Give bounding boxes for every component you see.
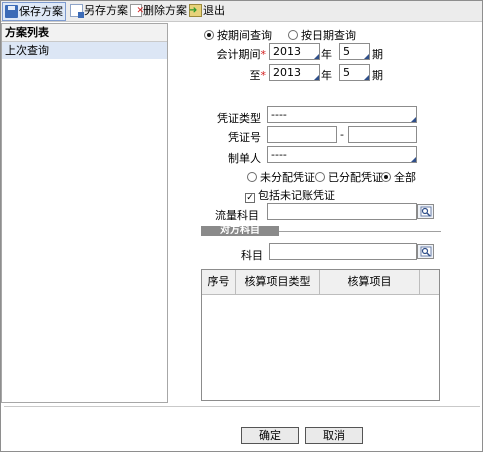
maker-select[interactable]: ---- [267,146,417,163]
to-period-unit: 期 [372,69,383,82]
grid-header: 序号 核算项目类型 核算项目 [202,270,439,295]
dropdown-corner-icon [314,75,319,80]
radio-all[interactable]: 全部 [381,169,416,185]
accounting-item-grid[interactable]: 序号 核算项目类型 核算项目 [201,269,440,401]
cashflow-lookup-button[interactable] [417,204,434,219]
delete-icon [130,3,144,20]
query-window: 保存方案 另存方案 删除方案 退出 方案列表 上次查询 按期间查询 按日期查询 … [0,0,483,452]
period-to-label: 至* [249,69,267,82]
voucher-type-select[interactable]: ---- [267,106,417,123]
counter-subject-section: 对方科目 [201,226,441,236]
voucher-no-from-field[interactable] [267,126,337,143]
to-period-field[interactable]: 5 [339,64,370,81]
section-divider [279,231,441,232]
ok-button[interactable]: 确定 [241,427,299,444]
dropdown-corner-icon [411,157,416,162]
radio-by-date[interactable]: 按日期查询 [288,27,356,43]
radio-by-period-indicator[interactable] [204,30,214,40]
period-from-label: 会计期间* [216,48,267,61]
grid-col-item-type[interactable]: 核算项目类型 [236,270,320,294]
grid-col-item[interactable]: 核算项目 [320,270,420,294]
save-as-icon [70,4,84,18]
exit-icon [189,2,202,19]
counter-subject-field[interactable] [269,243,417,260]
delete-scheme-button[interactable]: 删除方案 [128,2,189,20]
cancel-button[interactable]: 取消 [305,427,363,444]
radio-assigned[interactable]: 已分配凭证 [315,169,383,185]
cashflow-subject-label: 流量科目 [215,209,259,222]
footer-divider [4,406,480,407]
scheme-list-panel: 方案列表 上次查询 [1,23,168,403]
required-mark: * [260,69,267,82]
magnifier-icon [420,206,432,217]
voucher-no-to-field[interactable] [348,126,417,143]
dropdown-corner-icon [364,54,369,59]
save-icon [5,5,18,18]
radio-by-date-indicator[interactable] [288,30,298,40]
save-as-scheme-button[interactable]: 另存方案 [68,2,130,19]
scheme-list-title: 方案列表 [2,24,167,42]
radio-all-indicator[interactable] [381,172,391,182]
to-year-field[interactable]: 2013 [269,64,320,81]
dropdown-corner-icon [314,54,319,59]
exit-button[interactable]: 退出 [187,2,227,19]
radio-unassigned[interactable]: 未分配凭证 [247,169,315,185]
counter-subject-label: 科目 [241,249,263,262]
to-year-unit: 年 [321,69,332,82]
scheme-list-item[interactable]: 上次查询 [2,42,167,59]
dropdown-corner-icon [364,75,369,80]
radio-by-period[interactable]: 按期间查询 [204,27,272,43]
checkbox-indicator[interactable]: ✓ [245,193,255,203]
from-period-field[interactable]: 5 [339,43,370,60]
include-unposted-checkbox[interactable]: ✓ 包括未记账凭证 [245,187,335,203]
toolbar: 保存方案 另存方案 删除方案 退出 [1,1,482,22]
voucher-no-separator: - [340,128,344,141]
cashflow-subject-field[interactable] [267,203,417,220]
from-year-unit: 年 [321,48,332,61]
counter-subject-lookup-button[interactable] [417,244,434,259]
voucher-type-label: 凭证类型 [217,112,261,125]
radio-unassigned-indicator[interactable] [247,172,257,182]
save-scheme-button[interactable]: 保存方案 [2,2,66,21]
dropdown-corner-icon [411,117,416,122]
from-year-field[interactable]: 2013 [269,43,320,60]
maker-label: 制单人 [228,152,261,165]
voucher-no-label: 凭证号 [228,131,261,144]
radio-assigned-indicator[interactable] [315,172,325,182]
required-mark: * [260,48,267,61]
counter-subject-title: 对方科目 [201,226,279,236]
magnifier-icon [420,246,432,257]
from-period-unit: 期 [372,48,383,61]
grid-col-index[interactable]: 序号 [202,270,236,294]
